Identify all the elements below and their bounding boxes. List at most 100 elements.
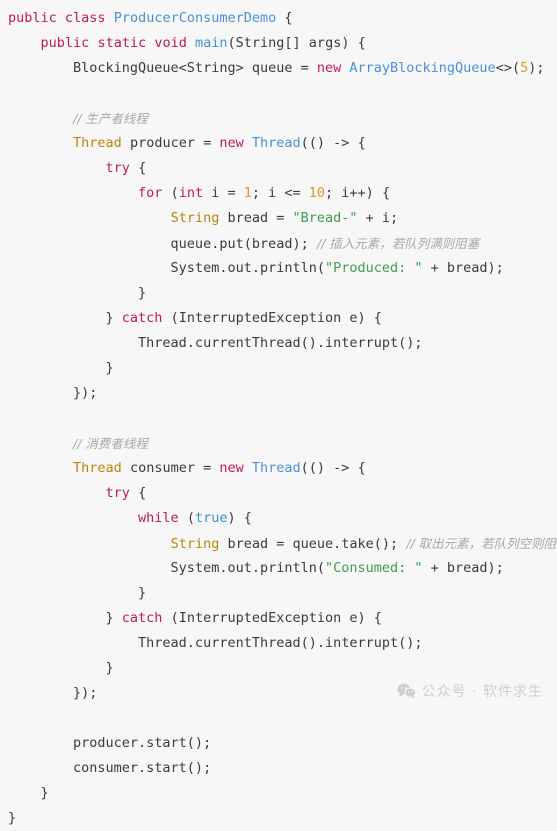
- code-token-num: 10: [308, 185, 326, 201]
- code-token-plain: System.out.println(: [8, 560, 325, 576]
- code-token-plain: }: [8, 810, 17, 826]
- code-token-kw: new: [316, 60, 342, 76]
- code-token-plain: consumer =: [121, 460, 220, 476]
- code-token-type: ArrayBlockingQueue: [349, 60, 496, 76]
- code-token-kw: void: [154, 35, 187, 51]
- code-token-type: Thread: [251, 460, 301, 476]
- code-line: producer.start();: [0, 731, 557, 756]
- code-line: // 生产者线程: [0, 106, 557, 131]
- code-token-plain: });: [8, 385, 98, 401]
- code-token-plain: (InterruptedException e) {: [162, 310, 382, 326]
- code-token-cmt: // 取出元素，若队列空则阻塞: [406, 536, 557, 551]
- code-line: public class ProducerConsumerDemo {: [0, 6, 557, 31]
- code-token-cmt: // 插入元素，若队列满则阻塞: [316, 236, 480, 251]
- code-token-num: 1: [243, 185, 252, 201]
- code-token-kw: static: [97, 35, 147, 51]
- code-token-plain: }: [8, 785, 49, 801]
- code-token-kw: for: [138, 185, 163, 201]
- code-token-plain: }: [8, 285, 147, 301]
- code-token-plain: (: [178, 510, 195, 526]
- code-line: Thread producer = new Thread(() -> {: [0, 131, 557, 156]
- code-token-plain: <>(: [495, 60, 521, 76]
- code-token-kw: public: [8, 10, 57, 26]
- code-line: for (int i = 1; i <= 10; i++) {: [0, 181, 557, 206]
- code-token-decl: Thread: [73, 460, 122, 476]
- code-token-plain: i =: [203, 185, 244, 201]
- code-token-plain: }: [8, 360, 114, 376]
- code-token-plain: );: [528, 60, 545, 76]
- code-token-plain: }: [8, 310, 122, 326]
- code-line: }: [0, 781, 557, 806]
- code-token-plain: {: [129, 485, 147, 501]
- code-token-plain: BlockingQueue<String> queue =: [8, 60, 317, 76]
- code-token-type: main: [195, 35, 228, 51]
- code-line: }: [0, 356, 557, 381]
- code-token-kw: while: [138, 510, 179, 526]
- code-token-plain: (() -> {: [300, 460, 366, 476]
- code-block: public class ProducerConsumerDemo { publ…: [0, 0, 557, 831]
- code-line: }: [0, 281, 557, 306]
- watermark-text: 公众号 · 软件求生: [421, 684, 543, 700]
- code-token-plain: producer =: [121, 135, 220, 151]
- watermark: 公众号 · 软件求生: [397, 681, 543, 701]
- code-line: } catch (InterruptedException e) {: [0, 306, 557, 331]
- code-line: consumer.start();: [0, 756, 557, 781]
- code-line: queue.put(bread); // 插入元素，若队列满则阻塞: [0, 231, 557, 256]
- code-token-str: "Consumed: ": [324, 560, 423, 576]
- code-token-plain: (String[] args) {: [227, 35, 366, 51]
- code-token-plain: bread =: [219, 210, 293, 226]
- code-line: try {: [0, 481, 557, 506]
- code-line: });: [0, 381, 557, 406]
- code-token-plain: }: [8, 610, 122, 626]
- code-line: }: [0, 656, 557, 681]
- code-token-plain: queue.put(bread);: [8, 236, 317, 252]
- code-line: public static void main(String[] args) {: [0, 31, 557, 56]
- code-token-plain: (: [162, 185, 179, 201]
- code-token-plain: bread = queue.take();: [219, 536, 407, 552]
- code-token-plain: });: [8, 685, 98, 701]
- code-line: System.out.println("Produced: " + bread)…: [0, 256, 557, 281]
- code-line: String bread = "Bread-" + i;: [0, 206, 557, 231]
- code-token-type: Thread: [251, 135, 301, 151]
- code-token-plain: ) {: [227, 510, 252, 526]
- code-token-plain: System.out.println(: [8, 260, 325, 276]
- code-token-lit: true: [194, 510, 228, 526]
- code-token-kw: int: [178, 185, 204, 201]
- code-line: Thread consumer = new Thread(() -> {: [0, 456, 557, 481]
- code-token-kw: catch: [121, 310, 163, 326]
- code-token-kw: class: [64, 10, 106, 26]
- code-token-decl: String: [170, 210, 220, 226]
- code-token-kw: new: [219, 135, 244, 151]
- code-token-type: ProducerConsumerDemo: [113, 10, 277, 26]
- code-token-kw: try: [105, 485, 130, 501]
- code-token-plain: producer.start();: [8, 735, 212, 751]
- code-token-plain: }: [8, 660, 114, 676]
- code-token-plain: ; i <=: [251, 185, 309, 201]
- code-token-cmt: // 生产者线程: [73, 111, 148, 126]
- code-token-plain: Thread.currentThread().interrupt();: [8, 635, 423, 651]
- code-line: BlockingQueue<String> queue = new ArrayB…: [0, 56, 557, 81]
- code-token-plain: {: [276, 10, 293, 26]
- code-line: Thread.currentThread().interrupt();: [0, 631, 557, 656]
- code-token-decl: String: [170, 536, 220, 552]
- code-token-plain: + bread);: [422, 560, 504, 576]
- code-line: while (true) {: [0, 506, 557, 531]
- code-token-kw: public: [40, 35, 90, 51]
- code-line: System.out.println("Consumed: " + bread)…: [0, 556, 557, 581]
